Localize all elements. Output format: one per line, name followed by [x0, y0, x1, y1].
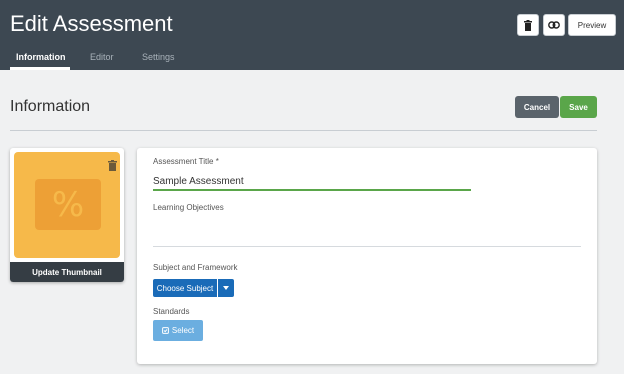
- trash-icon: [108, 160, 117, 171]
- choose-subject-group: Choose Subject: [153, 279, 234, 297]
- section-divider: [10, 130, 597, 131]
- information-form: Assessment Title * Learning Objectives S…: [137, 148, 597, 364]
- percent-icon: %: [35, 179, 101, 230]
- save-button[interactable]: Save: [560, 96, 597, 118]
- subject-framework-label: Subject and Framework: [153, 263, 238, 272]
- assessment-title-label: Assessment Title *: [153, 157, 219, 166]
- chevron-down-icon: [223, 286, 229, 290]
- trash-icon: [524, 19, 532, 31]
- thumbnail-delete-button[interactable]: [108, 158, 117, 176]
- delete-button[interactable]: [517, 14, 539, 36]
- learning-objectives-label: Learning Objectives: [153, 203, 224, 212]
- active-tab-indicator: [10, 67, 70, 70]
- tab-settings[interactable]: Settings: [142, 50, 175, 64]
- page-title: Edit Assessment: [10, 11, 173, 36]
- select-standards-label: Select: [171, 326, 195, 335]
- learning-objectives-field[interactable]: [153, 216, 581, 244]
- cancel-button[interactable]: Cancel: [515, 96, 559, 118]
- refresh-icon: [161, 327, 169, 334]
- link-icon: [548, 21, 560, 29]
- choose-subject-dropdown-toggle[interactable]: [218, 279, 234, 297]
- tab-information[interactable]: Information: [16, 50, 66, 64]
- update-thumbnail-button[interactable]: Update Thumbnail: [10, 262, 124, 282]
- standards-label: Standards: [153, 307, 190, 316]
- thumbnail-card: % Update Thumbnail: [10, 148, 124, 282]
- copy-link-button[interactable]: [543, 14, 565, 36]
- preview-button[interactable]: Preview: [568, 14, 616, 36]
- tab-editor[interactable]: Editor: [90, 50, 114, 64]
- assessment-title-input[interactable]: [153, 173, 471, 191]
- select-standards-button[interactable]: Select: [153, 320, 203, 341]
- choose-subject-button[interactable]: Choose Subject: [153, 279, 217, 297]
- thumbnail-image: %: [14, 152, 120, 258]
- form-divider: [153, 246, 581, 247]
- section-title: Information: [10, 98, 91, 115]
- top-bar: Edit Assessment Information Editor Setti…: [0, 0, 624, 70]
